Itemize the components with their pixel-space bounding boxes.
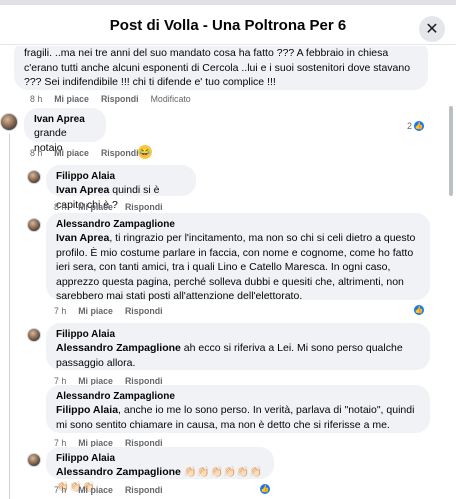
comment-text: fragili. ..ma nei tre anni del suo manda… [24, 47, 411, 88]
like-reaction-icon[interactable]: 👍 [259, 483, 271, 495]
comment-actions: 8 h Mi piace Rispondi [54, 202, 163, 212]
close-icon[interactable]: ✕ [419, 16, 445, 42]
like-reaction-icon[interactable]: 👍 [413, 120, 425, 132]
avatar[interactable] [27, 453, 41, 467]
like-button[interactable]: Mi piace [78, 485, 113, 495]
comments-list: fragili. ..ma nei tre anni del suo manda… [0, 46, 456, 499]
like-button[interactable]: Mi piace [54, 94, 89, 104]
comment-actions: 7 h Mi piace Rispondi [54, 485, 163, 495]
avatar[interactable] [27, 328, 41, 342]
mention-link[interactable]: Filippo Alaia [56, 404, 118, 416]
reply-button[interactable]: Rispondi [125, 485, 163, 495]
like-button[interactable]: Mi piace [78, 202, 113, 212]
comment-bubble: Filippo Alaia Alessandro Zampaglione ah … [46, 323, 430, 370]
comment-time: 8 h [30, 148, 43, 158]
comment-author[interactable]: Filippo Alaia [56, 452, 264, 465]
comment-bubble: Alessandro Zampaglione Filippo Alaia, an… [46, 385, 430, 433]
avatar[interactable] [27, 218, 41, 232]
mention-link[interactable]: Ivan Aprea [56, 232, 109, 244]
dialog-header: Post di Volla - Una Poltrona Per 6 ✕ [0, 5, 456, 45]
comment-text: , ti ringrazio per l'incitamento, ma non… [56, 232, 416, 302]
comment-actions: 7 h Mi piace Rispondi [54, 306, 163, 316]
comment-bubble: Filippo Alaia Ivan Aprea quindi si è cap… [46, 165, 196, 211]
like-reaction-icon[interactable]: 👍 [413, 304, 425, 316]
dialog-title: Post di Volla - Una Poltrona Per 6 [109, 17, 347, 34]
comment-bubble: fragili. ..ma nei tre anni del suo manda… [14, 46, 428, 90]
comment-bubble: Filippo Alaia Alessandro Zampaglione 👏🏻👏… [46, 447, 274, 493]
like-button[interactable]: Mi piace [78, 306, 113, 316]
comment-time: 7 h [54, 306, 67, 316]
comment-author[interactable]: Alessandro Zampaglione [56, 218, 420, 231]
comment-author[interactable]: Filippo Alaia [56, 170, 186, 183]
comment-time: 7 h [54, 485, 67, 495]
reply-button[interactable]: Rispondi [101, 94, 139, 104]
thread-line [9, 134, 10, 499]
comment-actions: 8 h Mi piace Rispondi Modificato [30, 94, 191, 104]
avatar[interactable] [27, 170, 41, 184]
comment-author[interactable]: Filippo Alaia [56, 328, 420, 341]
mention-link[interactable]: Alessandro Zampaglione [56, 466, 181, 478]
reaction-count: 2 [407, 121, 413, 131]
reply-button[interactable]: Rispondi [125, 202, 163, 212]
scrollbar[interactable] [448, 46, 454, 499]
modified-label: Modificato [150, 94, 191, 104]
emoji-reaction-icon[interactable]: 😂 [138, 145, 152, 159]
like-button[interactable]: Mi piace [54, 148, 89, 158]
comment-bubble: Ivan Aprea grande notaio [24, 108, 106, 154]
comment-bubble: Alessandro Zampaglione Ivan Aprea, ti ri… [46, 213, 430, 302]
avatar[interactable] [0, 113, 18, 131]
comment-author[interactable]: Alessandro Zampaglione [56, 390, 420, 403]
comment-time: 8 h [54, 202, 67, 212]
comment-actions: 8 h Mi piace Rispondi [30, 148, 139, 158]
reply-button[interactable]: Rispondi [125, 306, 163, 316]
mention-link[interactable]: Alessandro Zampaglione [56, 342, 181, 354]
reply-button[interactable]: Rispondi [101, 148, 139, 158]
scrollbar-thumb[interactable] [449, 106, 453, 196]
comment-time: 8 h [30, 94, 43, 104]
mention-link[interactable]: Ivan Aprea [56, 184, 109, 196]
comment-author[interactable]: Ivan Aprea [34, 113, 96, 126]
